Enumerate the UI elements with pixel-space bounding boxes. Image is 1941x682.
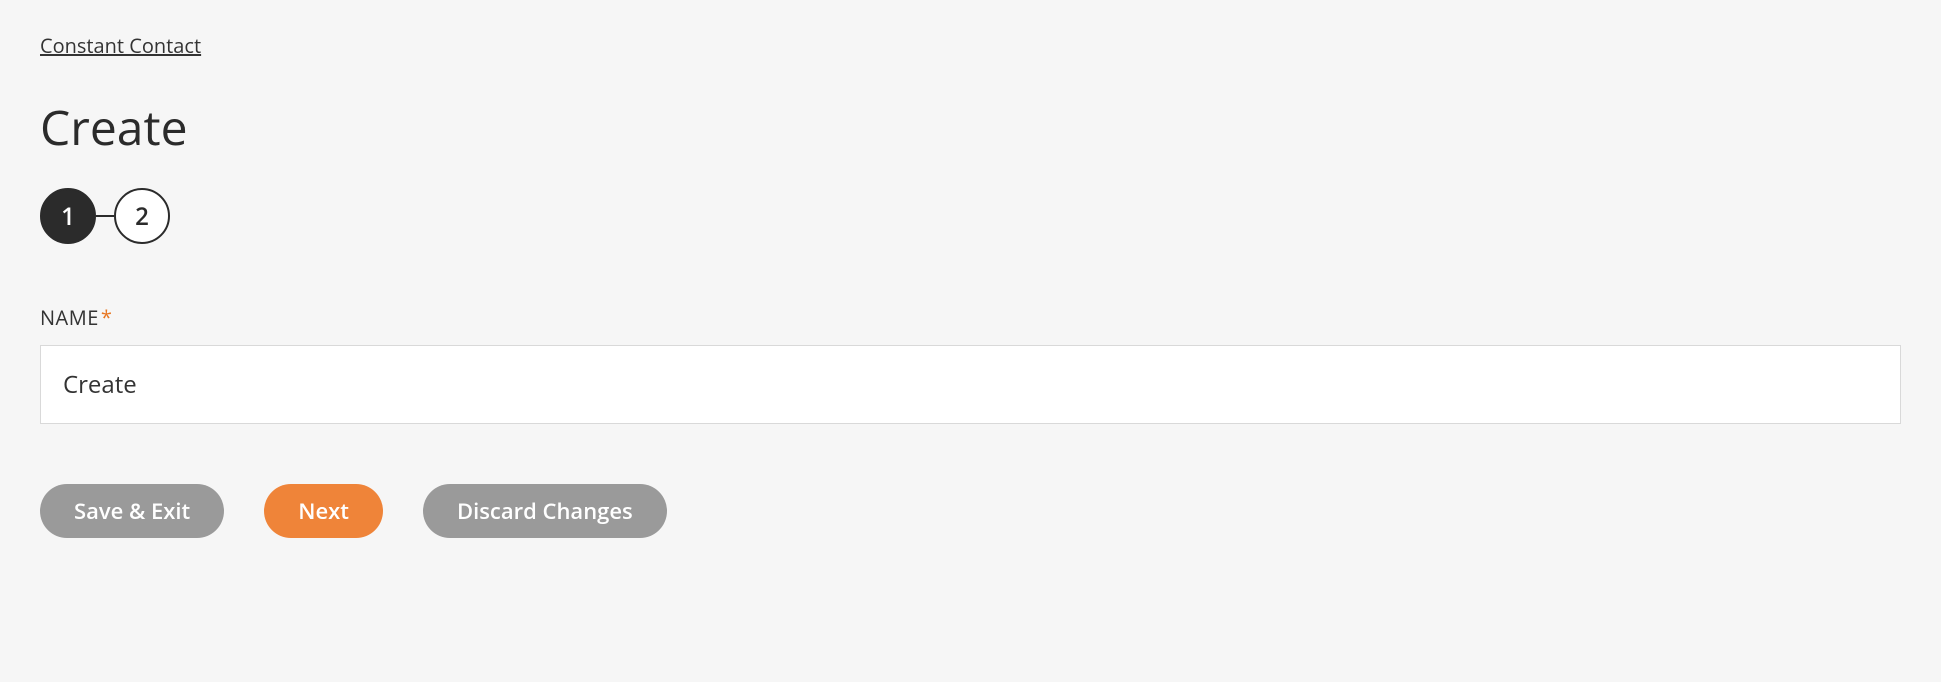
page-title: Create [40, 95, 1901, 160]
discard-changes-button[interactable]: Discard Changes [423, 484, 667, 538]
next-button[interactable]: Next [264, 484, 383, 538]
name-field-label: NAME* [40, 304, 1901, 331]
step-2[interactable]: 2 [114, 188, 170, 244]
step-1[interactable]: 1 [40, 188, 96, 244]
step-connector [96, 215, 114, 217]
breadcrumb: Constant Contact [40, 32, 1901, 59]
stepper: 1 2 [40, 188, 1901, 244]
breadcrumb-link[interactable]: Constant Contact [40, 32, 201, 59]
required-marker: * [101, 304, 113, 331]
name-label-text: NAME [40, 304, 99, 331]
name-input[interactable] [40, 345, 1901, 424]
button-row: Save & Exit Next Discard Changes [40, 484, 1901, 538]
save-exit-button[interactable]: Save & Exit [40, 484, 224, 538]
